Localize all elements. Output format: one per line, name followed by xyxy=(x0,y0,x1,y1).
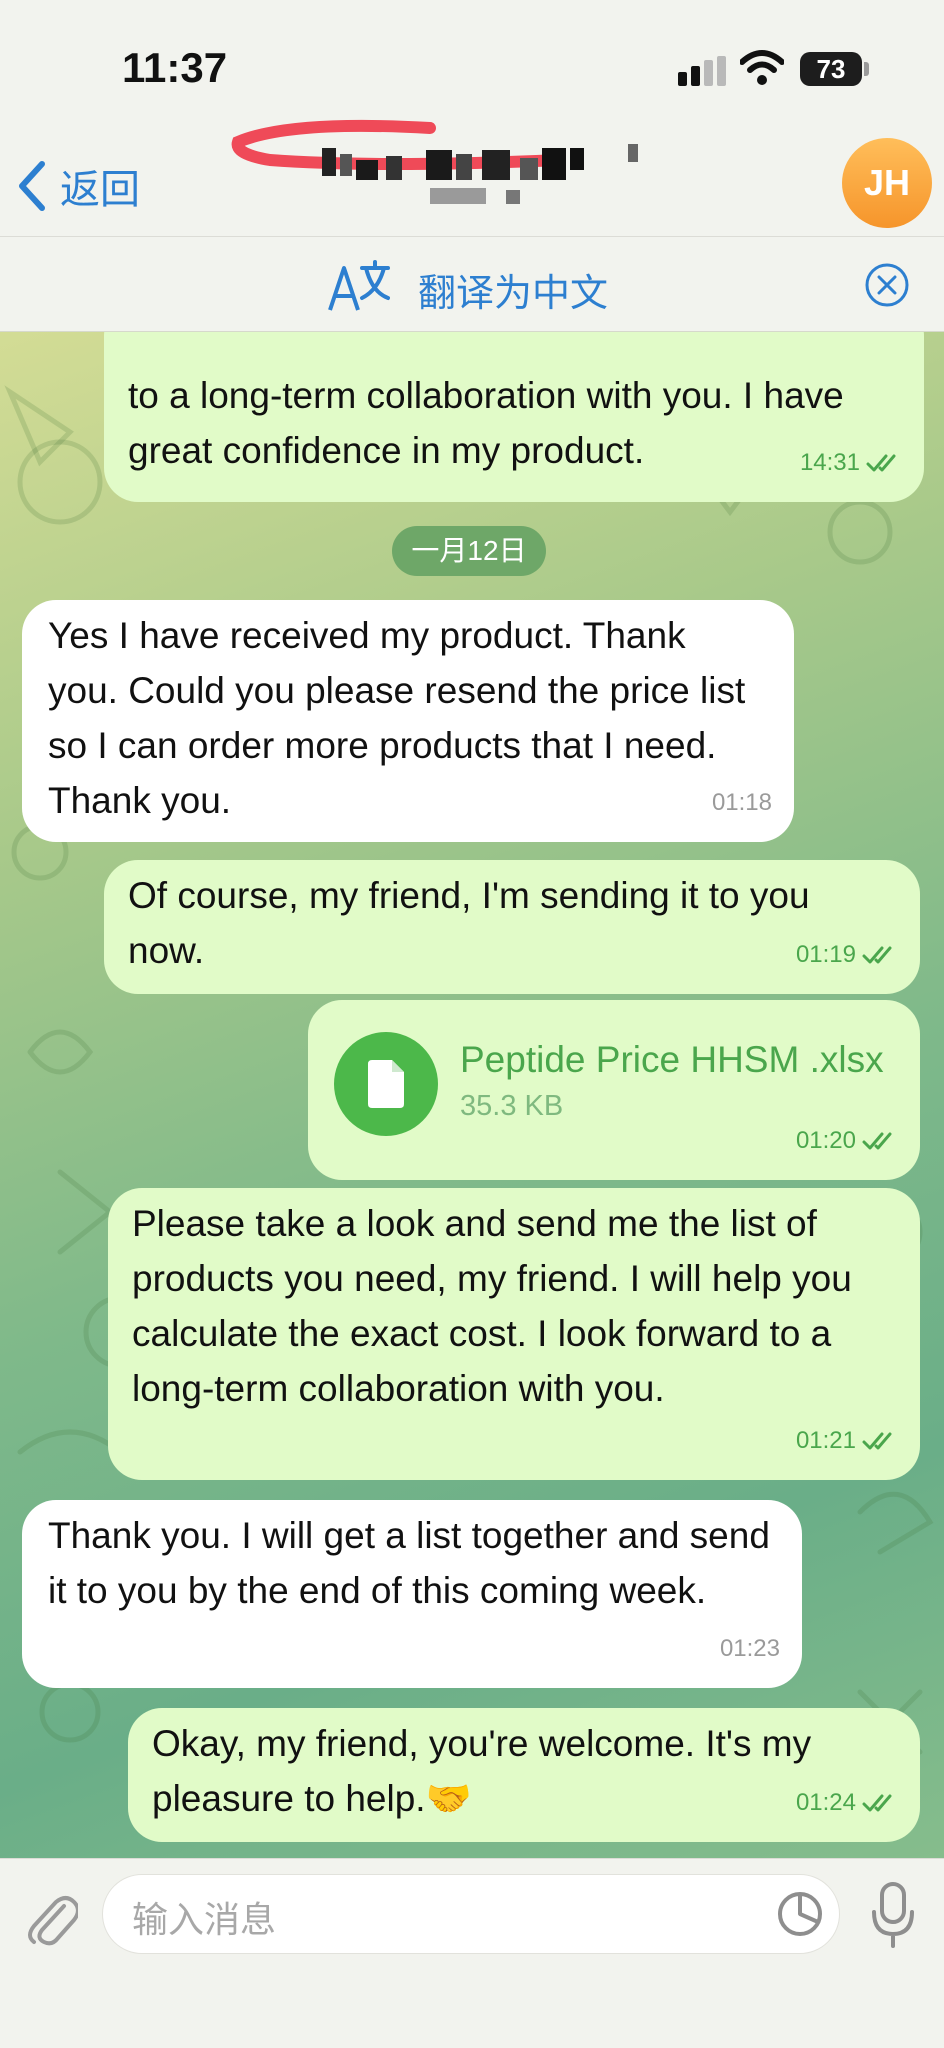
document-icon xyxy=(368,1060,404,1108)
message-text: Thank you. I will get a list together an… xyxy=(48,1515,770,1611)
file-message-bubble[interactable]: Peptide Price HHSM .xlsx 35.3 KB 01:20 xyxy=(308,1000,920,1180)
message-text: Yes I have received my product. Thank yo… xyxy=(48,615,746,821)
message-time: 01:18 xyxy=(711,789,772,816)
message-text: Please take a look and send me the list … xyxy=(132,1203,852,1409)
message-time: 14:31 xyxy=(799,449,860,476)
double-check-icon xyxy=(866,454,896,471)
redacted-contact-name[interactable] xyxy=(230,110,660,220)
message-time: 01:23 xyxy=(719,1635,780,1662)
status-time: 11:37 xyxy=(122,44,228,91)
message-meta: 14:31 xyxy=(800,435,902,490)
contact-avatar[interactable]: JH xyxy=(842,138,932,228)
message-input-placeholder[interactable]: 输入消息 xyxy=(132,1891,276,1943)
message-time: 01:19 xyxy=(795,941,856,968)
message-meta: 01:24 xyxy=(796,1775,898,1830)
microphone-icon[interactable] xyxy=(870,1880,916,1950)
message-bubble-outgoing[interactable]: to a long-term collaboration with you. I… xyxy=(104,332,924,502)
message-meta: 01:23 xyxy=(720,1621,780,1676)
file-size: 35.3 KB xyxy=(460,1090,564,1122)
message-time: 01:24 xyxy=(795,1789,856,1816)
cellular-signal-icon xyxy=(678,56,726,86)
double-check-icon xyxy=(862,1132,892,1149)
message-bubble-outgoing[interactable]: Okay, my friend, you're welcome. It's my… xyxy=(128,1708,920,1842)
wifi-icon xyxy=(740,50,784,85)
message-time: 01:20 xyxy=(795,1127,856,1154)
message-meta: 01:18 xyxy=(712,775,772,830)
battery-cap xyxy=(864,62,869,76)
message-list[interactable]: to a long-term collaboration with you. I… xyxy=(0,332,944,1858)
sticker-icon[interactable] xyxy=(776,1890,824,1938)
date-separator: 一月12日 xyxy=(392,526,546,576)
double-check-icon xyxy=(862,946,892,963)
file-icon[interactable] xyxy=(334,1032,438,1136)
message-meta: 01:20 xyxy=(796,1113,898,1168)
message-time: 01:21 xyxy=(795,1427,856,1454)
chevron-left-icon xyxy=(19,161,45,211)
file-name[interactable]: Peptide Price HHSM .xlsx xyxy=(460,1038,884,1082)
back-label: 返回 xyxy=(60,168,140,212)
battery-indicator: 73 xyxy=(800,52,862,86)
message-bubble-incoming[interactable]: Yes I have received my product. Thank yo… xyxy=(22,600,794,842)
double-check-icon xyxy=(862,1432,892,1449)
message-meta: 01:19 xyxy=(796,927,898,982)
message-bubble-outgoing[interactable]: Please take a look and send me the list … xyxy=(108,1188,920,1480)
message-text: Of course, my friend, I'm sending it to … xyxy=(128,875,810,971)
message-meta: 01:21 xyxy=(796,1413,898,1468)
close-circle-icon[interactable] xyxy=(864,262,910,308)
translate-icon xyxy=(328,260,390,311)
paperclip-icon[interactable] xyxy=(24,1884,78,1948)
message-bubble-outgoing[interactable]: Of course, my friend, I'm sending it to … xyxy=(104,860,920,994)
translate-label[interactable]: 翻译为中文 xyxy=(418,262,608,317)
double-check-icon xyxy=(862,1794,892,1811)
message-bubble-incoming[interactable]: Thank you. I will get a list together an… xyxy=(22,1500,802,1688)
message-text: Okay, my friend, you're welcome. It's my… xyxy=(152,1723,812,1819)
back-button[interactable]: 返回 xyxy=(16,158,140,214)
message-text: to a long-term collaboration with you. I… xyxy=(128,375,844,471)
